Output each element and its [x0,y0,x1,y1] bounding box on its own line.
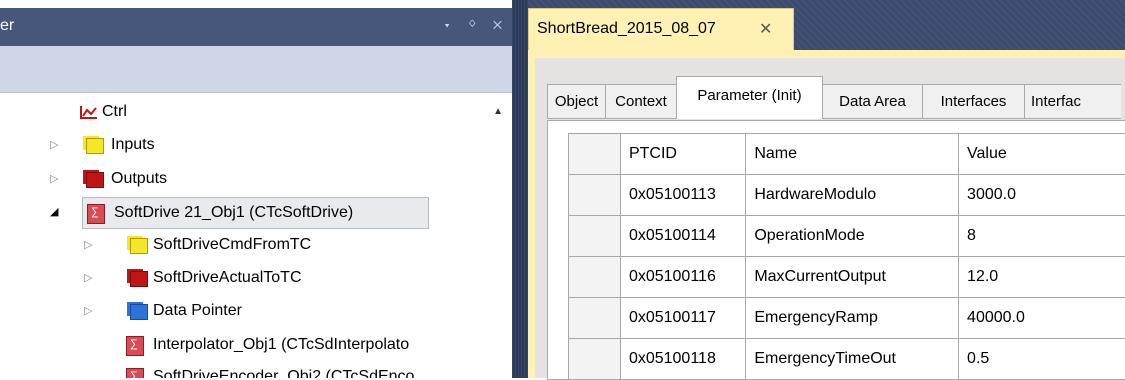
tree-item-label: Ctrl [102,97,127,127]
name-cell: MaxCurrentOutput [746,257,959,298]
column-header-ptcid[interactable]: PTCID [620,134,745,175]
ptcid-cell: 0x05100117 [620,298,745,339]
tree-item-label: SoftDrive 21_Obj1 (CTcSoftDrive) [114,198,353,228]
dropdown-arrow-icon[interactable]: ▾ [443,16,458,33]
table-row[interactable]: 0x05100117 EmergencyRamp 40000.0 [569,298,1125,339]
value-cell[interactable]: 0.5 [959,339,1125,380]
tree-item-label: SoftDriveEncoder_Obj2 (CTcSdEnco [153,362,414,378]
input-image-icon [130,238,148,254]
name-cell: EmergencyTimeOut [746,339,959,380]
collapse-arrow-icon[interactable]: ◢ [50,197,58,227]
table-header-row: PTCID Name Value [569,134,1125,175]
row-header[interactable] [569,339,621,380]
document-body: Object Context Parameter (Init) Data Are… [528,50,1125,378]
solution-explorer-panel: er ▾ ᛜ ✕ ▲ Ctrl ▷ Inputs ▷ Outputs SoftD… [0,0,512,378]
outputs-folder-icon [86,172,104,188]
inputs-folder-icon [86,138,104,154]
tree-item-outputs[interactable]: ▷ Outputs [0,164,490,194]
row-header[interactable] [569,298,621,339]
scroll-up-arrow-icon[interactable]: ▲ [493,106,503,117]
ptcid-cell: 0x05100114 [620,216,745,257]
tree-item-softdriveactualtotc[interactable]: ▷ SoftDriveActualToTC [0,263,490,293]
document-tab[interactable]: ShortBread_2015_08_07 ✕ [528,8,794,51]
tree-item-label: SoftDriveActualToTC [153,263,302,293]
panel-toolbar [0,46,512,93]
panel-window-buttons[interactable]: ▾ ᛜ ✕ [443,16,508,33]
tree-item-softdrive[interactable]: SoftDrive 21_Obj1 (CTcSoftDrive) [82,197,429,229]
ptcid-cell: 0x05100118 [620,339,745,380]
tcom-object-icon [126,336,144,356]
expand-arrow-icon[interactable]: ▷ [84,263,92,293]
tree-item-label: Interpolator_Obj1 (CTcSdInterpolato [153,330,409,360]
row-header-corner [569,134,621,175]
column-header-value[interactable]: Value [959,134,1125,175]
value-cell[interactable]: 3000.0 [959,175,1125,216]
ptcid-cell: 0x05100113 [620,175,745,216]
close-icon[interactable]: ✕ [493,16,508,33]
table-row[interactable]: 0x05100114 OperationMode 8 [569,216,1125,257]
table-row[interactable]: 0x05100116 MaxCurrentOutput 12.0 [569,257,1125,298]
tab-interface-pointers[interactable]: Interfac [1024,84,1121,119]
name-cell: HardwareModulo [746,175,959,216]
tree-item-label: Data Pointer [153,296,242,326]
value-cell[interactable]: 40000.0 [959,298,1125,339]
parameter-panel: PTCID Name Value 0x05100113 HardwareModu… [547,120,1125,380]
close-tab-icon[interactable]: ✕ [759,19,772,39]
tab-parameter-init[interactable]: Parameter (Init) [676,76,823,119]
panel-title-bar: er ▾ ᛜ ✕ [0,8,512,46]
value-cell[interactable]: 12.0 [959,257,1125,298]
expand-arrow-icon[interactable]: ▷ [50,164,58,194]
document-tab-label: ShortBread_2015_08_07 [537,20,716,38]
tree-item-label: Inputs [111,130,155,160]
ctrl-icon [80,105,98,119]
tree-item-interpolator[interactable]: Interpolator_Obj1 (CTcSdInterpolato [0,330,512,360]
row-header[interactable] [569,216,621,257]
table-row[interactable]: 0x05100118 EmergencyTimeOut 0.5 [569,339,1125,380]
tab-context[interactable]: Context [605,84,677,119]
object-editor: Object Context Parameter (Init) Data Are… [535,58,1125,378]
expand-arrow-icon[interactable]: ▷ [50,130,58,160]
expand-arrow-icon[interactable]: ▷ [84,296,92,326]
row-header[interactable] [569,175,621,216]
ptcid-cell: 0x05100116 [620,257,745,298]
tree-item-softdrivecmdfromtc[interactable]: ▷ SoftDriveCmdFromTC [0,230,490,260]
tree-item-label: SoftDriveCmdFromTC [153,230,311,260]
tcom-object-icon [87,204,105,224]
expand-arrow-icon[interactable]: ▷ [84,230,92,260]
tab-data-area[interactable]: Data Area [822,84,923,119]
document-area: ShortBread_2015_08_07 ✕ Object Context P… [528,0,1125,378]
tree-item-inputs[interactable]: ▷ Inputs [0,130,490,160]
column-header-name[interactable]: Name [746,134,959,175]
tree-item-encoder[interactable]: SoftDriveEncoder_Obj2 (CTcSdEnco [0,362,512,378]
value-cell[interactable]: 8 [959,216,1125,257]
panel-title: er [0,17,14,35]
panel-splitter[interactable] [512,0,528,378]
output-image-icon [130,271,148,287]
row-header[interactable] [569,257,621,298]
table-row[interactable]: 0x05100113 HardwareModulo 3000.0 [569,175,1125,216]
parameter-table: PTCID Name Value 0x05100113 HardwareModu… [568,133,1125,380]
name-cell: EmergencyRamp [746,298,959,339]
name-cell: OperationMode [746,216,959,257]
tree-item-ctrl[interactable]: Ctrl [0,97,490,127]
tcom-object-icon [126,368,144,378]
tree-item-data-pointer[interactable]: ▷ Data Pointer [0,296,490,326]
tab-interfaces[interactable]: Interfaces [922,84,1025,119]
tab-object[interactable]: Object [547,84,606,119]
data-pointer-icon [130,304,148,320]
pin-icon[interactable]: ᛜ [468,16,483,33]
tree-item-label: Outputs [111,164,167,194]
